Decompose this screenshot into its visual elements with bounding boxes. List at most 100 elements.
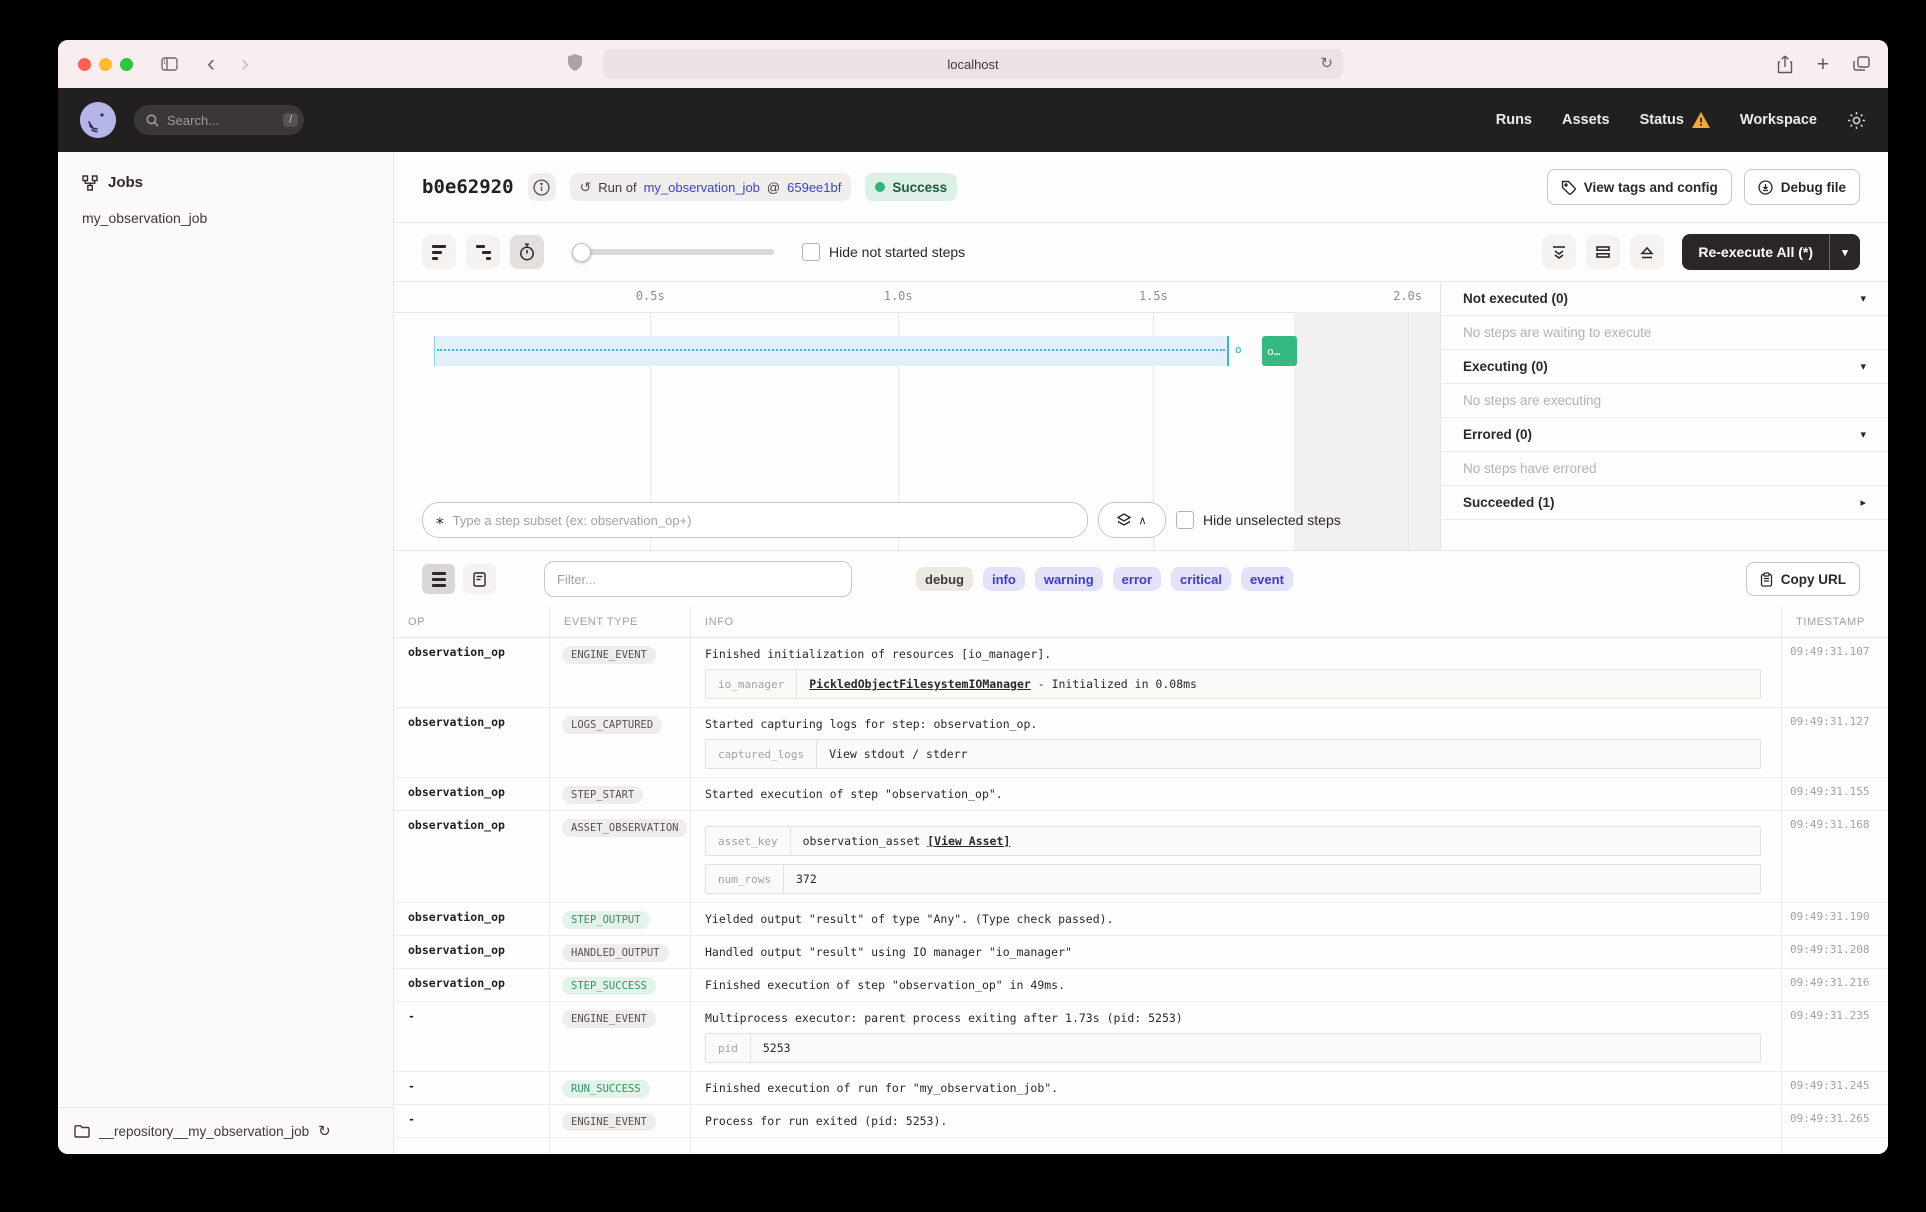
metadata-key: captured_logs bbox=[706, 740, 817, 768]
copy-url-button[interactable]: Copy URL bbox=[1746, 562, 1860, 596]
share-icon[interactable] bbox=[1777, 55, 1793, 74]
metadata-link[interactable]: PickledObjectFilesystemIOManager bbox=[809, 677, 1031, 691]
search-input[interactable]: Search... / bbox=[134, 105, 304, 135]
table-row[interactable]: observation_opSTEP_OUTPUTYielded output … bbox=[394, 903, 1888, 936]
repository-label[interactable]: __repository__my_observation_job bbox=[99, 1124, 309, 1139]
log-timestamp: 09:49:31.265 bbox=[1781, 1105, 1888, 1137]
table-row[interactable]: -ENGINE_EVENTMultiprocess executor: pare… bbox=[394, 1002, 1888, 1072]
table-row[interactable]: -ENGINE_EVENTProcess for run exited (pid… bbox=[394, 1105, 1888, 1138]
metadata-value: View stdout / stderr bbox=[817, 747, 979, 761]
status-section-header[interactable]: Not executed (0)▾ bbox=[1441, 282, 1888, 316]
log-event-type-cell: STEP_OUTPUT bbox=[549, 903, 690, 935]
log-event-type-cell: STEP_START bbox=[549, 778, 690, 810]
sidebar-toggle-icon[interactable] bbox=[155, 50, 183, 78]
reexecute-dropdown-caret[interactable]: ▾ bbox=[1829, 234, 1860, 270]
app-top-nav: Search... / Runs Assets Status Workspace bbox=[58, 88, 1888, 152]
log-level-info[interactable]: info bbox=[983, 567, 1025, 591]
dagster-logo[interactable] bbox=[80, 102, 116, 138]
log-level-event[interactable]: event bbox=[1241, 567, 1293, 591]
log-event-type-badge: STEP_START bbox=[562, 786, 643, 804]
eject-button[interactable] bbox=[1630, 235, 1664, 269]
row-height-button[interactable] bbox=[1586, 235, 1620, 269]
structured-view-icon bbox=[473, 572, 486, 587]
table-row[interactable]: observation_opLOGS_CAPTUREDStarted captu… bbox=[394, 708, 1888, 778]
log-filter-input[interactable]: Filter... bbox=[544, 561, 852, 597]
log-list-view-button[interactable] bbox=[422, 564, 455, 594]
waterfall-view-icon bbox=[476, 245, 491, 260]
table-row[interactable]: observation_opENGINE_EVENTFinished initi… bbox=[394, 638, 1888, 708]
log-event-type-cell: ENGINE_EVENT bbox=[549, 638, 690, 707]
job-link[interactable]: my_observation_job bbox=[644, 180, 760, 195]
commit-link[interactable]: 659ee1bf bbox=[787, 180, 841, 195]
sidebar-item-job[interactable]: my_observation_job bbox=[58, 201, 393, 235]
address-bar[interactable]: localhost ↻ bbox=[603, 49, 1343, 79]
reload-icon[interactable]: ↻ bbox=[1320, 54, 1333, 72]
info-icon[interactable] bbox=[528, 173, 556, 201]
table-row[interactable]: observation_opSTEP_SUCCESSFinished execu… bbox=[394, 969, 1888, 1002]
new-tab-icon[interactable]: + bbox=[1817, 54, 1829, 75]
tab-overview-icon[interactable] bbox=[1853, 56, 1870, 72]
hide-unselected-checkbox[interactable] bbox=[1176, 511, 1194, 529]
log-level-error[interactable]: error bbox=[1113, 567, 1161, 591]
table-row[interactable]: observation_opHANDLED_OUTPUTHandled outp… bbox=[394, 936, 1888, 969]
log-level-critical[interactable]: critical bbox=[1171, 567, 1231, 591]
status-section-header[interactable]: Errored (0)▾ bbox=[1441, 418, 1888, 452]
log-structured-view-button[interactable] bbox=[463, 564, 496, 594]
table-row[interactable]: -RUN_SUCCESSFinished execution of run fo… bbox=[394, 1072, 1888, 1105]
gantt-step-bar[interactable] bbox=[434, 336, 1229, 366]
log-event-type-badge: LOGS_CAPTURED bbox=[562, 716, 662, 734]
download-icon bbox=[1758, 180, 1773, 195]
close-window-button[interactable] bbox=[78, 58, 91, 71]
log-event-type-cell: STEP_SUCCESS bbox=[549, 969, 690, 1001]
gear-icon[interactable] bbox=[1847, 111, 1866, 130]
log-level-debug[interactable]: debug bbox=[916, 567, 973, 591]
hide-not-started-checkbox-row[interactable]: Hide not started steps bbox=[802, 243, 965, 261]
log-event-type-cell: ENGINE_EVENT bbox=[549, 1105, 690, 1137]
table-row[interactable]: observation_opASSET_OBSERVATIONasset_key… bbox=[394, 811, 1888, 903]
nav-item-runs[interactable]: Runs bbox=[1496, 112, 1532, 128]
debug-file-button[interactable]: Debug file bbox=[1744, 169, 1860, 205]
collapse-all-button[interactable] bbox=[1542, 235, 1576, 269]
log-info-cell: Handled output "result" using IO manager… bbox=[690, 936, 1781, 968]
gantt-step-chip[interactable]: o… bbox=[1262, 336, 1297, 366]
log-timestamp: 09:49:31.235 bbox=[1781, 1002, 1888, 1071]
nav-item-status[interactable]: Status bbox=[1640, 112, 1710, 128]
metadata-entry: asset_keyobservation_asset [View Asset] bbox=[705, 826, 1761, 856]
zoom-slider[interactable] bbox=[574, 249, 774, 255]
hide-unselected-checkbox-row[interactable]: Hide unselected steps bbox=[1176, 511, 1341, 529]
log-timestamp: 09:49:31.216 bbox=[1781, 969, 1888, 1001]
log-info-text: Started execution of step "observation_o… bbox=[705, 785, 1761, 801]
gantt-step-marker: o bbox=[1235, 343, 1242, 356]
view-tags-config-button[interactable]: View tags and config bbox=[1547, 169, 1732, 205]
nav-item-workspace[interactable]: Workspace bbox=[1740, 112, 1817, 128]
waterfall-view-button[interactable] bbox=[466, 235, 500, 269]
refresh-icon[interactable]: ↻ bbox=[318, 1122, 331, 1140]
metadata-value: 372 bbox=[784, 872, 829, 886]
timed-view-button[interactable] bbox=[510, 235, 544, 269]
url-text: localhost bbox=[947, 57, 998, 72]
chevron-down-icon: ▾ bbox=[1860, 428, 1866, 441]
zoom-window-button[interactable] bbox=[120, 58, 133, 71]
nav-item-assets[interactable]: Assets bbox=[1562, 112, 1610, 128]
hide-not-started-checkbox[interactable] bbox=[802, 243, 820, 261]
status-section-header[interactable]: Executing (0)▾ bbox=[1441, 350, 1888, 384]
back-button[interactable]: ‹ bbox=[197, 50, 225, 78]
log-level-warning[interactable]: warning bbox=[1035, 567, 1103, 591]
search-icon bbox=[146, 114, 159, 127]
status-section-header[interactable]: Succeeded (1)▸ bbox=[1441, 486, 1888, 520]
privacy-shield-icon[interactable] bbox=[568, 54, 582, 71]
zoom-slider-handle[interactable] bbox=[572, 243, 591, 262]
reexecute-all-button[interactable]: Re-execute All (*) ▾ bbox=[1682, 234, 1860, 270]
log-timestamp: 09:49:31.127 bbox=[1781, 708, 1888, 777]
table-filler-row bbox=[394, 1138, 1888, 1154]
metadata-link[interactable]: [View Asset] bbox=[927, 834, 1010, 848]
graph-query-toggle-button[interactable]: ∧ bbox=[1098, 502, 1166, 538]
forward-button[interactable]: › bbox=[231, 50, 259, 78]
minimize-window-button[interactable] bbox=[99, 58, 112, 71]
flat-view-button[interactable] bbox=[422, 235, 456, 269]
log-timestamp: 09:49:31.190 bbox=[1781, 903, 1888, 935]
run-of-tag[interactable]: ↺ Run of my_observation_job @ 659ee1bf bbox=[570, 173, 852, 201]
step-subset-input[interactable]: ∗ Type a step subset (ex: observation_op… bbox=[422, 502, 1088, 538]
table-row[interactable]: observation_opSTEP_STARTStarted executio… bbox=[394, 778, 1888, 811]
step-subset-placeholder: Type a step subset (ex: observation_op+) bbox=[453, 513, 692, 528]
